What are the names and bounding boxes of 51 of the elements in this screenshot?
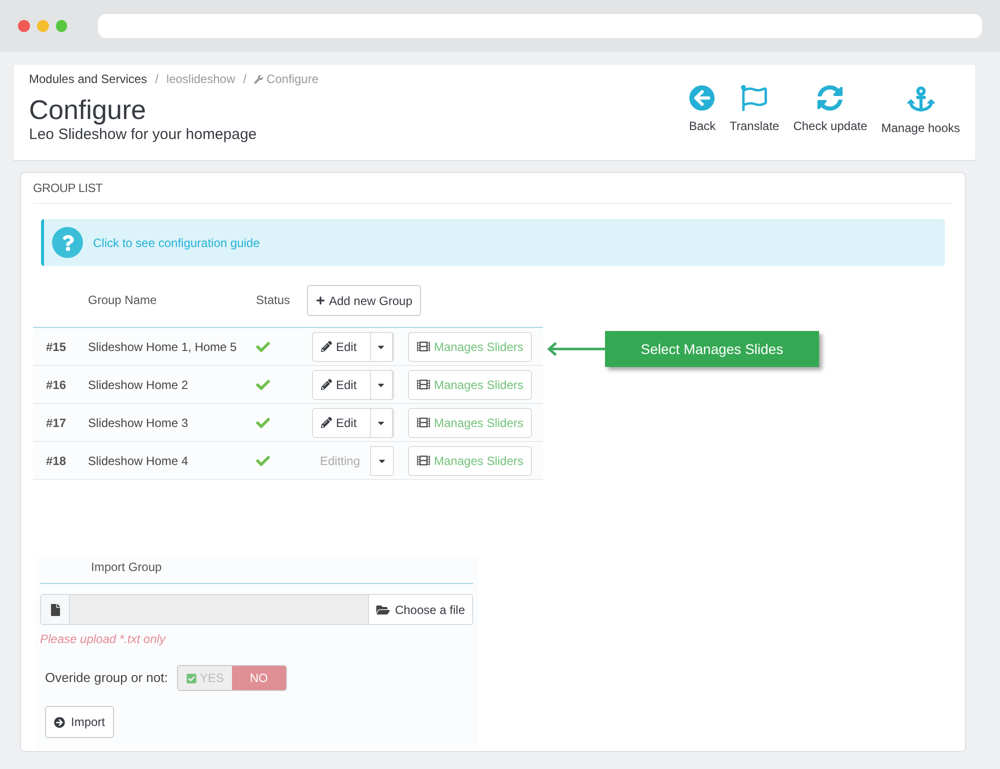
file-icon <box>50 604 60 616</box>
column-header: Status <box>256 292 292 309</box>
import-title: Import Group <box>40 558 473 584</box>
arrow-icon <box>547 342 605 356</box>
page-subtitle: Leo Slideshow for your homepage <box>29 126 258 144</box>
override-label: Overide group or not: <box>45 669 168 688</box>
film-icon <box>417 454 430 467</box>
add-group-button[interactable]: Add new Group <box>307 285 422 316</box>
edit-button-group[interactable]: Edit <box>312 408 394 438</box>
back-arrow-icon <box>689 85 716 111</box>
group-id: #16 <box>46 376 68 394</box>
group-name: Slideshow Home 3 <box>88 414 190 432</box>
page-title: Configure <box>29 94 148 126</box>
film-icon <box>417 340 430 353</box>
pencil-icon <box>321 379 332 390</box>
toolbar-button[interactable]: Back <box>688 85 716 135</box>
pencil-icon <box>321 341 332 352</box>
group-name: Slideshow Home 1, Home 5 <box>88 338 238 356</box>
checkbox-icon <box>186 672 197 684</box>
panel-title: GROUP LIST <box>33 173 953 204</box>
breadcrumb-link[interactable]: Modules and Services <box>29 70 148 88</box>
folder-icon <box>376 604 390 616</box>
choose-file-button[interactable]: Choose a file <box>368 595 472 624</box>
address-bar[interactable] <box>98 14 982 38</box>
edit-button-group[interactable]: Edit <box>312 332 394 362</box>
upload-hint: Please upload *.txt only <box>40 631 167 648</box>
group-id: #17 <box>46 414 68 432</box>
wrench-icon <box>254 74 264 84</box>
arrow-right-icon <box>54 716 65 728</box>
film-icon <box>417 378 430 391</box>
group-name: Slideshow Home 2 <box>88 376 190 394</box>
group-id: #15 <box>46 338 68 356</box>
pencil-icon <box>321 417 332 428</box>
film-icon <box>417 416 430 429</box>
toolbar-button[interactable]: Translate <box>730 85 780 135</box>
edit-button-group[interactable]: Edit <box>312 370 394 400</box>
help-icon <box>52 227 83 258</box>
anchor-icon <box>906 85 935 113</box>
plus-icon <box>316 296 325 305</box>
group-id: #18 <box>46 452 68 470</box>
flag-icon <box>741 85 768 111</box>
file-input[interactable]: Choose a file <box>40 594 473 625</box>
breadcrumb-separator: / <box>243 71 246 88</box>
toolbar-button[interactable]: Check update <box>793 85 868 135</box>
callout-label: Select Manages Slides <box>605 331 819 367</box>
group-name: Slideshow Home 4 <box>88 452 190 470</box>
breadcrumb-separator: / <box>155 71 158 88</box>
import-button[interactable]: Import <box>45 706 114 738</box>
refresh-icon <box>817 85 844 111</box>
column-header: Group Name <box>88 292 158 309</box>
toolbar-button[interactable]: Manage hooks <box>881 85 960 137</box>
